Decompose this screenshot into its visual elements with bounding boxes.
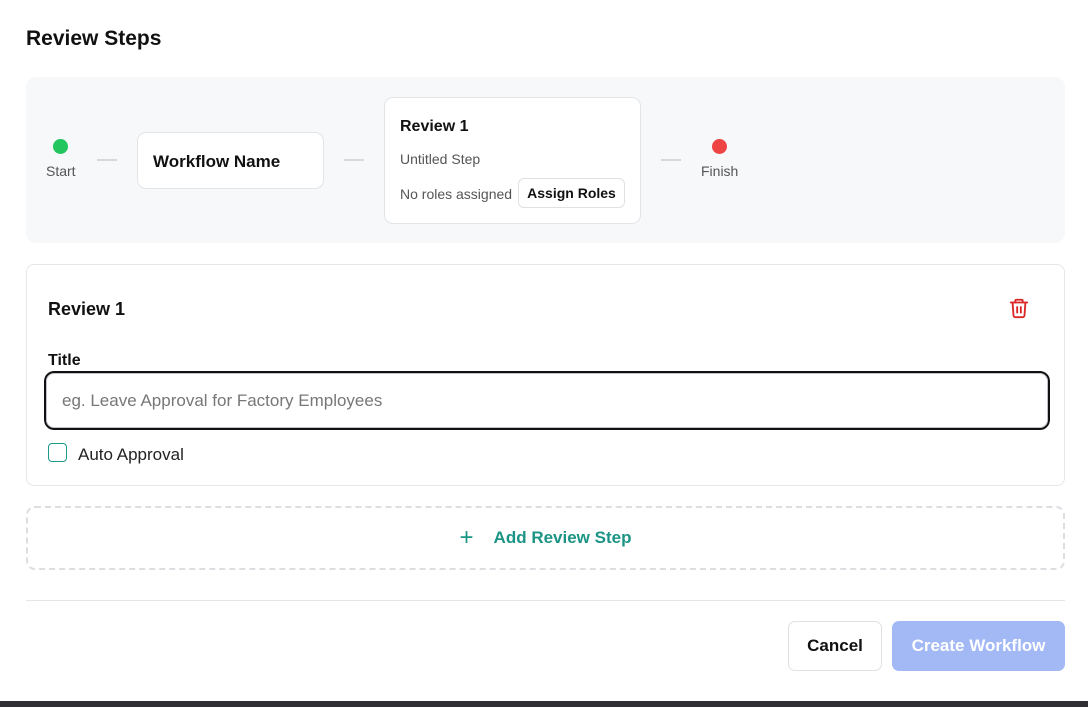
title-input[interactable] xyxy=(41,368,1053,433)
step-card-title: Review 1 xyxy=(400,118,469,135)
finish-node-label: Finish xyxy=(701,163,739,179)
window-bottom-edge xyxy=(0,701,1088,707)
create-workflow-button[interactable]: Create Workflow xyxy=(892,621,1065,671)
review-panel-title: Review 1 xyxy=(48,299,126,319)
review-step-panel: Review 1 Title Auto Approval xyxy=(26,264,1065,486)
footer-divider xyxy=(26,600,1065,601)
cancel-button[interactable]: Cancel xyxy=(788,621,882,671)
assign-roles-button[interactable]: Assign Roles xyxy=(518,178,625,208)
add-review-step-label: Add Review Step xyxy=(493,528,632,547)
page-title: Review Steps xyxy=(26,27,162,50)
step-card-roles-text: No roles assigned xyxy=(400,186,513,202)
connector-line xyxy=(97,159,117,161)
workflow-editor: Review Steps Start Workflow Name Review … xyxy=(0,0,1088,707)
plus-icon: + xyxy=(459,524,474,551)
connector-line xyxy=(344,159,364,161)
workflow-name-text: Workflow Name xyxy=(153,152,281,171)
workflow-name-card[interactable]: Workflow Name xyxy=(137,132,324,189)
finish-node-dot xyxy=(712,139,727,154)
connector-line xyxy=(661,159,681,161)
start-node-label: Start xyxy=(46,163,76,179)
auto-approval-label: Auto Approval xyxy=(78,445,184,464)
add-review-step-button[interactable]: + Add Review Step xyxy=(26,506,1065,570)
start-node-dot xyxy=(53,139,68,154)
auto-approval-checkbox[interactable] xyxy=(48,443,67,462)
trash-icon[interactable] xyxy=(1008,297,1030,319)
workflow-flow-diagram: Start Workflow Name Review 1 Untitled St… xyxy=(26,77,1065,243)
review-step-card[interactable]: Review 1 Untitled Step No roles assigned… xyxy=(384,97,641,224)
title-field-label: Title xyxy=(48,352,81,369)
step-card-subtitle: Untitled Step xyxy=(400,151,481,167)
